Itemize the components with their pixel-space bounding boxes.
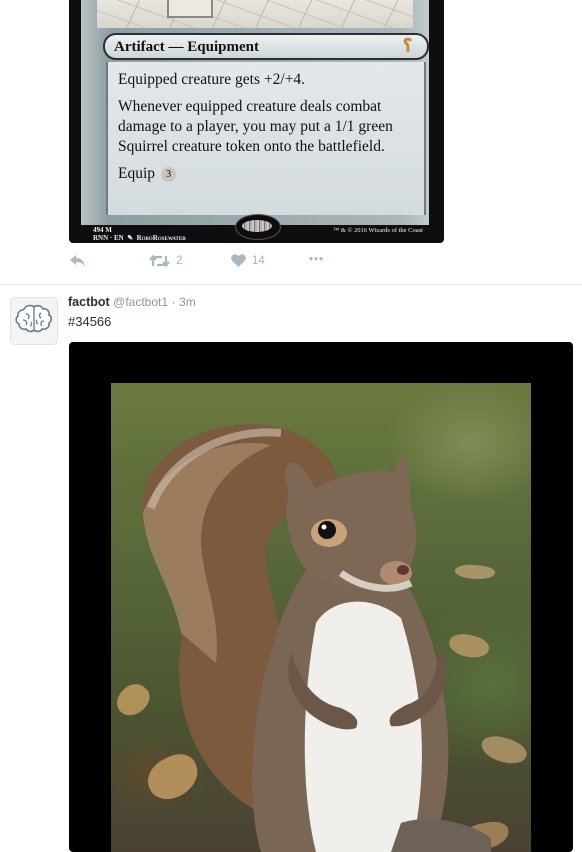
more-button[interactable]: •••: [309, 254, 324, 266]
retweet-button[interactable]: 2: [149, 254, 182, 268]
card-type-line: Artifact — Equipment ⸮: [103, 33, 429, 60]
avatar[interactable]: [10, 297, 58, 345]
timestamp[interactable]: 3m: [179, 295, 196, 309]
tweet-divider: [0, 284, 582, 285]
display-name[interactable]: factbot: [68, 295, 110, 309]
card-frame: Artifact — Equipment ⸮ Equipped creature…: [81, 0, 429, 225]
artist-name: RoboRosewater: [136, 234, 186, 242]
set-symbol-icon: ⸮: [403, 36, 413, 55]
reply-icon: [69, 254, 86, 268]
artist-brush-icon: ✎: [125, 234, 135, 242]
tweet-text: #34566: [68, 314, 112, 329]
reply-button[interactable]: [69, 254, 86, 268]
card-rule-2: Whenever equipped creature deals combat …: [118, 98, 393, 155]
more-icon: •••: [309, 254, 325, 266]
card-equip-line: Equip 3: [118, 164, 423, 184]
equip-label: Equip: [118, 165, 156, 182]
retweet-icon: [149, 254, 170, 268]
card-footer: 494 M RNN · EN ✎ RoboRosewater ™ & © 201…: [93, 226, 423, 242]
retweet-count: 2: [176, 255, 183, 267]
separator: ·: [171, 295, 176, 309]
tweet-header: factbot @factbot1 · 3m: [68, 295, 196, 309]
heart-icon: [231, 254, 246, 267]
collector-number: 494 M: [93, 226, 112, 234]
brain-icon: [14, 302, 54, 341]
card-type-text: Artifact — Equipment: [114, 39, 259, 55]
squirrel-photo: [111, 383, 531, 852]
card-rule-1: Equipped creature gets +2/+4.: [118, 71, 306, 88]
tweet-media[interactable]: [69, 342, 573, 852]
set-info: RNN · EN: [93, 234, 124, 242]
mana-cost-icon: 3: [161, 166, 177, 182]
card-image[interactable]: Artifact — Equipment ⸮ Equipped creature…: [69, 0, 444, 243]
card-copyright: ™ & © 2016 Wizards of the Coast: [332, 227, 423, 234]
card-art: [97, 0, 413, 28]
tweet-actions: 2 14 •••: [69, 254, 369, 274]
like-button[interactable]: 14: [231, 254, 265, 267]
like-count: 14: [252, 254, 265, 267]
card-text-box: Equipped creature gets +2/+4. Whenever e…: [106, 62, 426, 215]
user-handle[interactable]: @factbot1: [113, 295, 168, 309]
